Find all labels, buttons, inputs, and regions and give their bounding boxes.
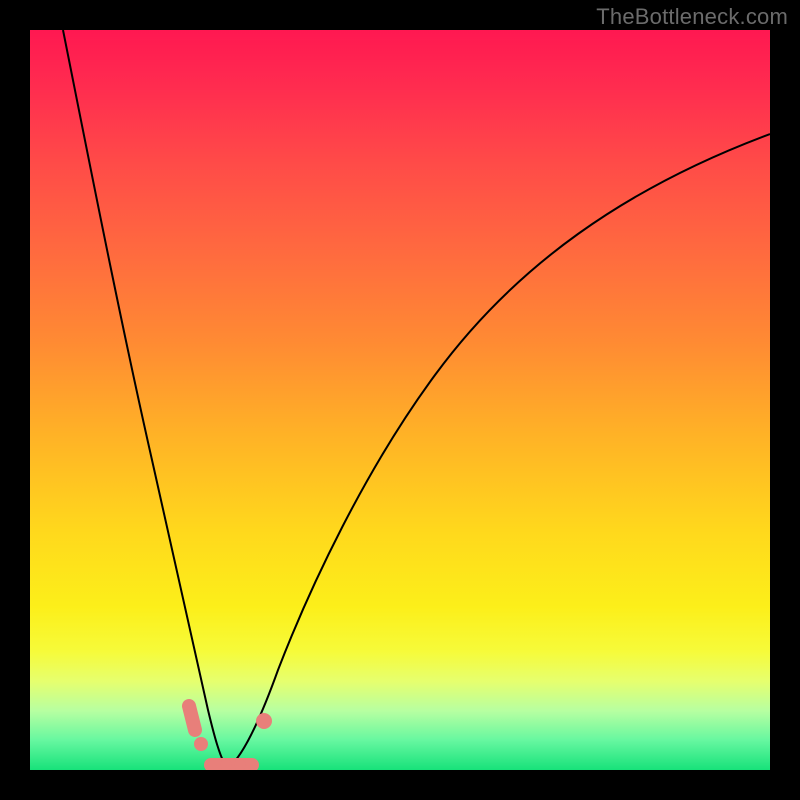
marker-cap-left (189, 706, 195, 730)
marker-group (189, 706, 272, 770)
chart-stage: TheBottleneck.com (0, 0, 800, 800)
plot-svg (30, 30, 770, 770)
curve-right-branch (227, 134, 770, 768)
curve-left-branch (63, 30, 227, 768)
marker-dot (194, 737, 208, 751)
marker-dot (256, 713, 272, 729)
watermark-text: TheBottleneck.com (596, 4, 788, 30)
plot-area (30, 30, 770, 770)
